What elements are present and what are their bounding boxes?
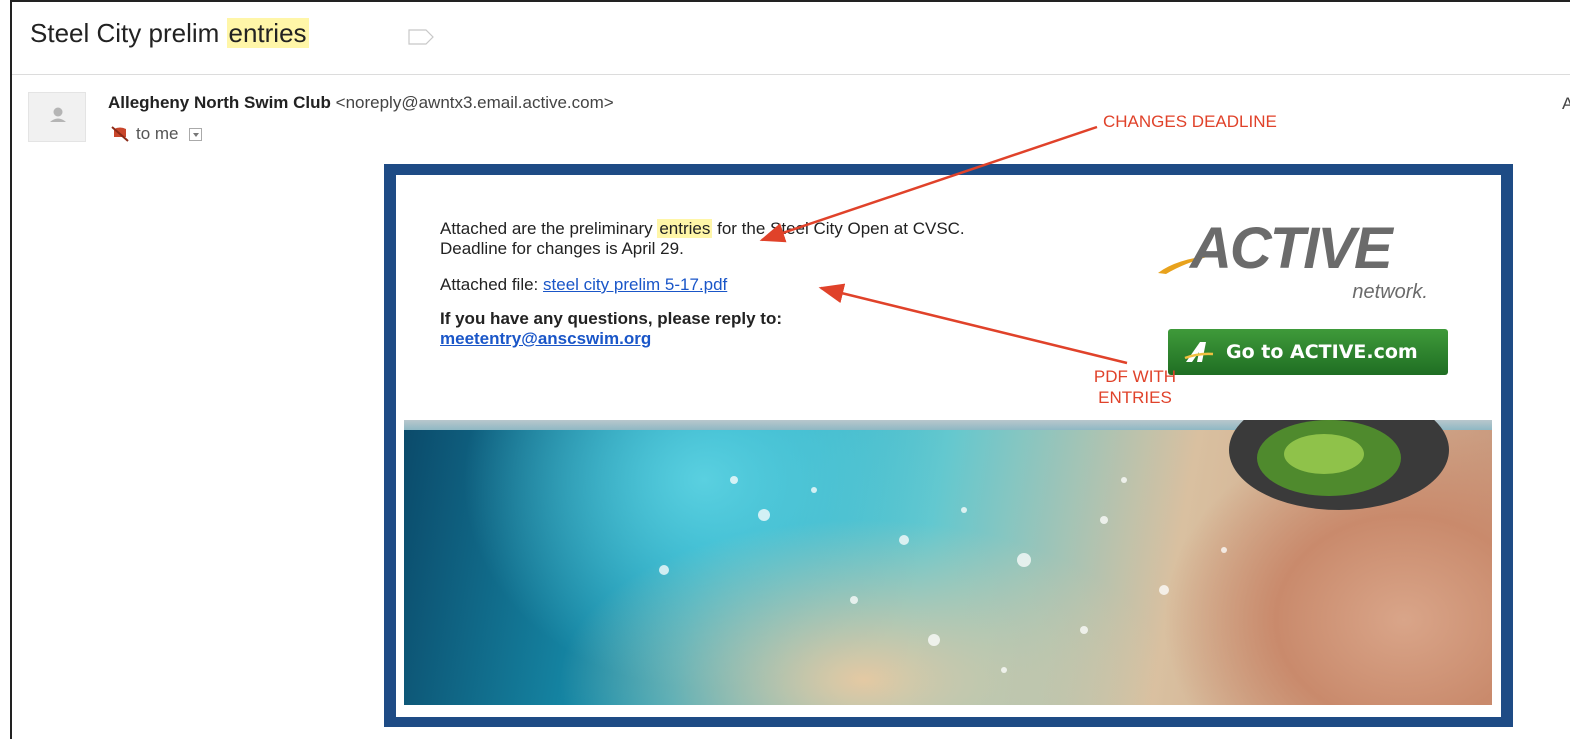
annotation-arrows <box>759 125 1128 365</box>
pdf-arrow <box>818 283 1128 365</box>
deadline-arrow <box>759 125 1098 243</box>
